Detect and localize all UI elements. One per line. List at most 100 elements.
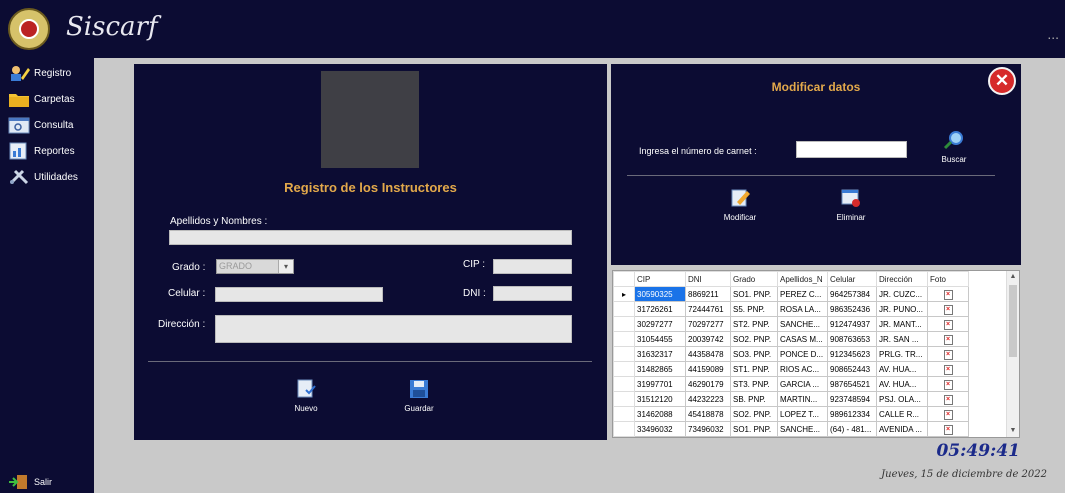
table-row[interactable]: 31482865 44159089 ST1. PNP. RIOS AC... 90865… — [613, 361, 969, 377]
scrollbar-thumb[interactable] — [1009, 285, 1017, 357]
column-header-apellidos[interactable]: Apellidos_N — [777, 271, 828, 287]
table-row[interactable]: 31054455 20039742 SO2. PNP. CASAS M... 90876… — [613, 331, 969, 347]
table-cell[interactable]: SO3. PNP. — [730, 346, 778, 362]
foto-cell[interactable]: × — [927, 406, 969, 422]
sidebar-item-reportes[interactable]: Reportes — [8, 140, 75, 162]
table-row[interactable]: 31726261 72444761 S5. PNP. ROSA LA... 986352… — [613, 301, 969, 317]
table-cell[interactable]: PEREZ C... — [777, 286, 828, 302]
table-row[interactable]: 31462088 45418878 SO2. PNP. LOPEZ T... 98961… — [613, 406, 969, 422]
table-cell[interactable]: RIOS AC... — [777, 361, 828, 377]
foto-cell[interactable]: × — [927, 421, 969, 437]
table-row[interactable]: 33496032 73496032 SO1. PNP. SANCHE... (64) -… — [613, 421, 969, 437]
table-cell[interactable]: 70297277 — [685, 316, 731, 332]
instructor-photo[interactable] — [321, 71, 419, 168]
chevron-down-icon[interactable]: ▾ — [278, 260, 293, 273]
foto-cell[interactable]: × — [927, 391, 969, 407]
row-header[interactable] — [613, 376, 635, 392]
table-cell[interactable]: 31462088 — [634, 406, 686, 422]
table-row[interactable]: 30297277 70297277 ST2. PNP. SANCHE... 912474… — [613, 316, 969, 332]
table-row[interactable]: 31997701 46290179 ST3. PNP. GARCIA ... 98765… — [613, 376, 969, 392]
table-row[interactable]: 31632317 44358478 SO3. PNP. PONCE D... 91234… — [613, 346, 969, 362]
column-header-dni[interactable]: DNI — [685, 271, 731, 287]
direccion-input[interactable] — [215, 315, 572, 343]
table-cell[interactable]: JR. SAN ... — [876, 331, 928, 347]
sidebar-item-consulta[interactable]: Consulta — [8, 114, 73, 136]
table-cell[interactable]: 44358478 — [685, 346, 731, 362]
row-header[interactable] — [613, 331, 635, 347]
guardar-button[interactable]: Guardar — [397, 379, 441, 413]
table-cell[interactable]: 45418878 — [685, 406, 731, 422]
close-icon[interactable]: ✕ — [988, 67, 1016, 95]
table-cell[interactable]: 31482865 — [634, 361, 686, 377]
sidebar-item-carpetas[interactable]: Carpetas — [8, 88, 75, 110]
table-cell[interactable]: 44159089 — [685, 361, 731, 377]
table-cell[interactable]: AV. HUA... — [876, 376, 928, 392]
table-cell[interactable]: 31726261 — [634, 301, 686, 317]
table-cell[interactable]: 987654521 — [827, 376, 877, 392]
table-cell[interactable]: CASAS M... — [777, 331, 828, 347]
row-header[interactable] — [613, 406, 635, 422]
table-cell[interactable]: 30297277 — [634, 316, 686, 332]
table-cell[interactable]: 31054455 — [634, 331, 686, 347]
table-cell[interactable]: SO1. PNP. — [730, 286, 778, 302]
table-cell[interactable]: SANCHE... — [777, 421, 828, 437]
table-cell[interactable]: AVENIDA ... — [876, 421, 928, 437]
table-cell[interactable]: ST2. PNP. — [730, 316, 778, 332]
table-cell[interactable]: 989612334 — [827, 406, 877, 422]
column-header-celular[interactable]: Celular — [827, 271, 877, 287]
table-cell[interactable]: 31512120 — [634, 391, 686, 407]
table-cell[interactable]: SANCHE... — [777, 316, 828, 332]
instructors-grid[interactable]: CIP DNI Grado Apellidos_N Celular Direcc… — [612, 270, 1020, 438]
grade-select[interactable]: GRADO ▾ — [216, 259, 294, 274]
table-cell[interactable]: PRLG. TR... — [876, 346, 928, 362]
row-header[interactable] — [613, 301, 635, 317]
eliminar-button[interactable]: Eliminar — [830, 188, 872, 222]
table-cell[interactable]: 73496032 — [685, 421, 731, 437]
row-header[interactable] — [613, 421, 635, 437]
sidebar-item-utilidades[interactable]: Utilidades — [8, 166, 78, 188]
table-cell[interactable]: ST1. PNP. — [730, 361, 778, 377]
row-header[interactable] — [613, 361, 635, 377]
table-cell[interactable]: 31997701 — [634, 376, 686, 392]
table-cell[interactable]: JR. MANT... — [876, 316, 928, 332]
dni-input[interactable] — [493, 286, 572, 301]
foto-cell[interactable]: × — [927, 301, 969, 317]
row-header[interactable]: ▸ — [613, 286, 635, 302]
table-cell[interactable]: 908652443 — [827, 361, 877, 377]
foto-cell[interactable]: × — [927, 286, 969, 302]
scroll-up-icon[interactable]: ▲ — [1007, 271, 1019, 283]
table-cell[interactable]: ROSA LA... — [777, 301, 828, 317]
table-cell[interactable]: 986352436 — [827, 301, 877, 317]
table-cell[interactable]: 912345623 — [827, 346, 877, 362]
table-cell[interactable]: MARTIN... — [777, 391, 828, 407]
names-input[interactable] — [169, 230, 572, 245]
modificar-button[interactable]: Modificar — [719, 188, 761, 222]
table-cell[interactable]: ST3. PNP. — [730, 376, 778, 392]
table-cell[interactable]: 31632317 — [634, 346, 686, 362]
table-cell[interactable]: 908763653 — [827, 331, 877, 347]
scroll-down-icon[interactable]: ▼ — [1007, 425, 1019, 437]
row-header[interactable] — [613, 391, 635, 407]
table-cell[interactable]: PONCE D... — [777, 346, 828, 362]
table-cell[interactable]: SO1. PNP. — [730, 421, 778, 437]
table-cell[interactable]: SO2. PNP. — [730, 406, 778, 422]
table-cell[interactable]: 964257384 — [827, 286, 877, 302]
table-cell[interactable]: 46290179 — [685, 376, 731, 392]
foto-cell[interactable]: × — [927, 376, 969, 392]
table-cell[interactable]: 912474937 — [827, 316, 877, 332]
table-cell[interactable]: JR. CUZC... — [876, 286, 928, 302]
table-cell[interactable]: CALLE R... — [876, 406, 928, 422]
foto-cell[interactable]: × — [927, 316, 969, 332]
sidebar-item-registro[interactable]: Registro — [8, 62, 71, 84]
table-cell[interactable]: SO2. PNP. — [730, 331, 778, 347]
table-cell[interactable]: 923748594 — [827, 391, 877, 407]
foto-cell[interactable]: × — [927, 361, 969, 377]
row-header[interactable] — [613, 346, 635, 362]
grid-scrollbar[interactable]: ▲ ▼ — [1006, 271, 1019, 437]
foto-cell[interactable]: × — [927, 346, 969, 362]
table-cell[interactable]: 8869211 — [685, 286, 731, 302]
celular-input[interactable] — [215, 287, 383, 302]
table-cell[interactable]: AV. HUA... — [876, 361, 928, 377]
carnet-input[interactable] — [796, 141, 907, 158]
table-cell[interactable]: 72444761 — [685, 301, 731, 317]
